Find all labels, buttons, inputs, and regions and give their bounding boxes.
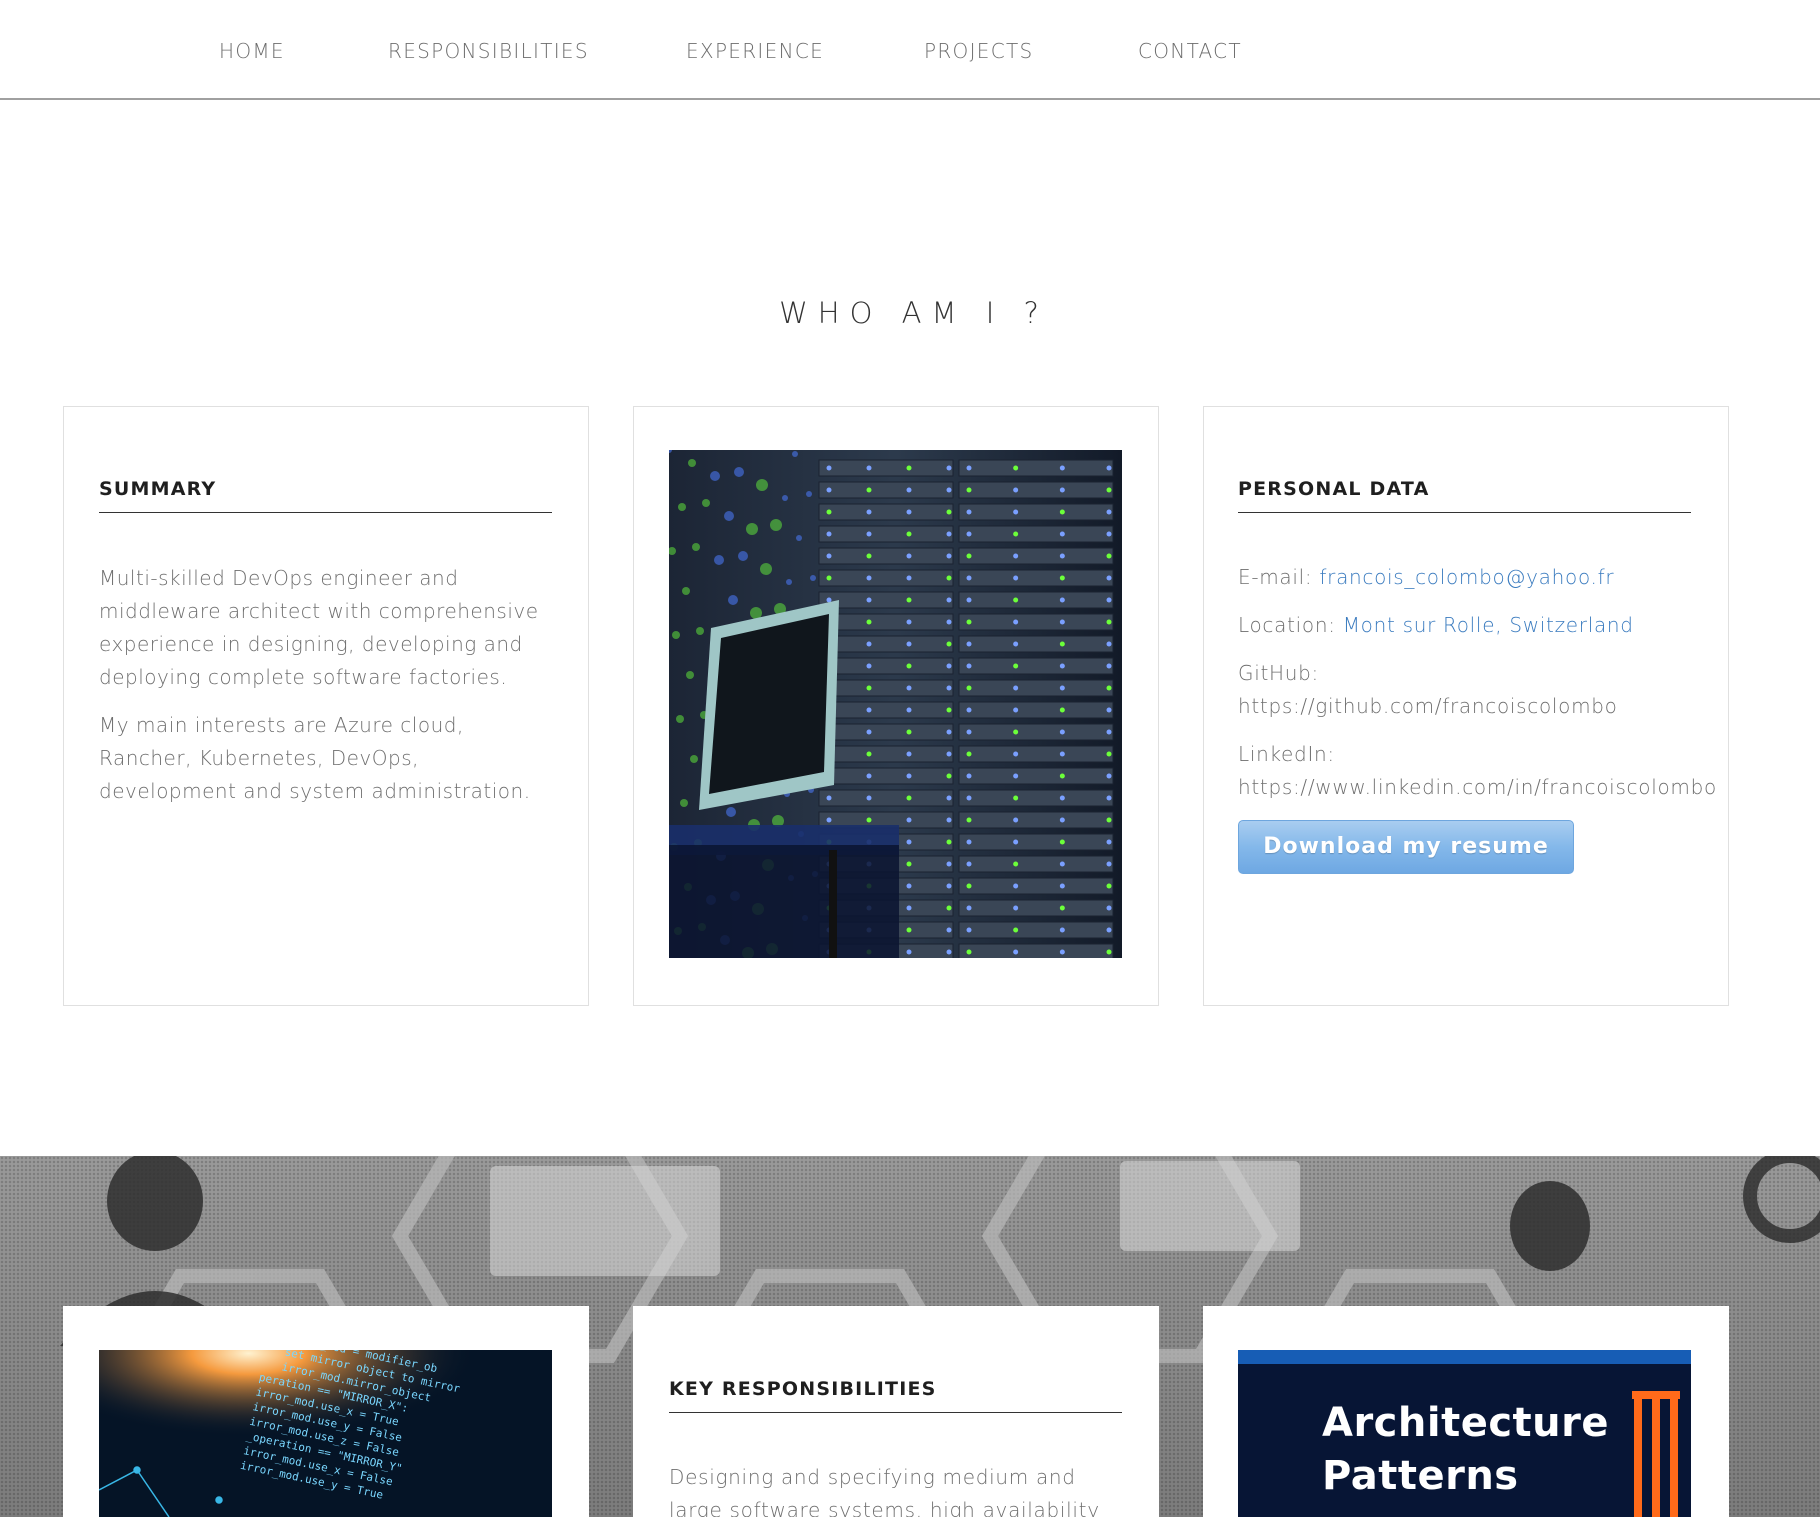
- code-screen-photo: irror_mod = modifier_obset mirror object…: [99, 1350, 552, 1517]
- nav-experience[interactable]: EXPERIENCE: [686, 39, 824, 63]
- nav-responsibilities[interactable]: RESPONSIBILITIES: [388, 39, 589, 63]
- github-label: GitHub:: [1238, 661, 1319, 685]
- nav-contact[interactable]: CONTACT: [1138, 39, 1242, 63]
- linkedin-label: LinkedIn:: [1238, 742, 1335, 766]
- location-label: Location:: [1238, 613, 1336, 637]
- summary-paragraph-1: Multi-skilled DevOps engineer and middle…: [99, 566, 539, 689]
- download-resume-button[interactable]: Download my resume: [1238, 820, 1574, 874]
- email-label: E-mail:: [1238, 565, 1313, 589]
- summary-divider: [99, 512, 552, 513]
- architecture-caption-2: Patterns: [1322, 1453, 1519, 1499]
- location-row: Location: Mont sur Rolle, Switzerland: [1238, 609, 1634, 642]
- responsibilities-line-1: Designing and specifying medium and: [669, 1465, 1076, 1489]
- linkedin-link[interactable]: https://www.linkedin.com/in/francoiscolo…: [1238, 771, 1717, 804]
- architecture-caption-1: Architecture: [1322, 1400, 1609, 1446]
- key-responsibilities-heading: KEY RESPONSIBILITIES: [669, 1378, 937, 1400]
- personal-data-heading: PERSONAL DATA: [1238, 478, 1430, 500]
- summary-heading: SUMMARY: [99, 478, 217, 500]
- email-link[interactable]: francois_colombo@yahoo.fr: [1319, 565, 1614, 589]
- email-row: E-mail: francois_colombo@yahoo.fr: [1238, 561, 1614, 594]
- summary-paragraph-2: My main interests are Azure cloud, Ranch…: [99, 713, 531, 803]
- section-title: WHO AM I ?: [779, 296, 1049, 330]
- location-link[interactable]: Mont sur Rolle, Switzerland: [1343, 613, 1634, 637]
- responsibilities-line-2: large software systems, high availabilit…: [669, 1498, 1100, 1517]
- nav-projects[interactable]: PROJECTS: [924, 39, 1034, 63]
- github-link[interactable]: https://github.com/francoiscolombo: [1238, 690, 1618, 723]
- nav-home[interactable]: HOME: [219, 39, 285, 63]
- personal-data-divider: [1238, 512, 1691, 513]
- key-responsibilities-divider: [669, 1412, 1122, 1413]
- server-rack-photo: [669, 450, 1122, 958]
- architecture-patterns-image: Architecture Patterns: [1238, 1350, 1691, 1517]
- top-nav: HOME RESPONSIBILITIES EXPERIENCE PROJECT…: [0, 0, 1820, 100]
